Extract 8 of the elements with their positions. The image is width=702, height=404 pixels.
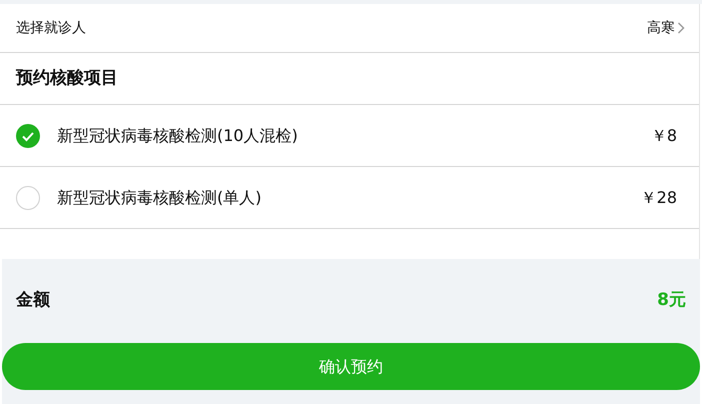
patient-selector[interactable]: 高寒 <box>647 18 685 38</box>
patient-label: 选择就诊人 <box>16 18 86 38</box>
chevron-right-icon <box>677 22 685 34</box>
test-option[interactable]: 新型冠状病毒核酸检测(10人混检) ￥8 <box>0 105 699 167</box>
test-option[interactable]: 新型冠状病毒核酸检测(单人) ￥28 <box>0 167 699 229</box>
section-title: 预约核酸项目 <box>16 66 118 90</box>
total-amount: 8元 <box>657 289 686 312</box>
total-label: 金额 <box>16 289 50 312</box>
